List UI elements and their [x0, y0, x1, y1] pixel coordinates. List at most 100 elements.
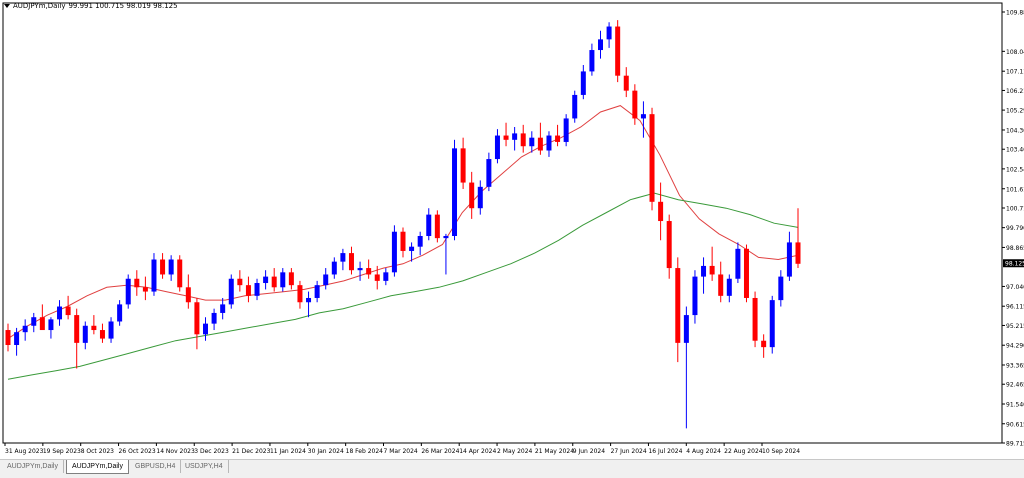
candle-body: [125, 278, 131, 305]
candle-body: [288, 272, 294, 286]
price-axis: 109.88 108.04 107.11 106.21 105.29 104.36 103.…: [1002, 10, 1024, 448]
candle-body: [211, 312, 217, 324]
candle-body: [555, 135, 561, 142]
candle-body: [658, 201, 664, 222]
candle-body: [786, 242, 792, 277]
candle-body: [74, 315, 80, 343]
candle-body: [546, 135, 552, 151]
candle-body: [426, 214, 432, 236]
price-chart[interactable]: 109.88 108.04 107.11 106.21 105.29 104.36 103.…: [0, 0, 1024, 459]
candle-body: [39, 317, 45, 331]
candle-body: [580, 71, 586, 95]
price-tick-label: 99.790: [1006, 225, 1024, 232]
tab-audjpym-daily-1[interactable]: AUDJPYm,Daily: [2, 460, 64, 473]
candle-body: [632, 90, 638, 119]
candle-body: [65, 306, 71, 316]
candle-body: [623, 75, 629, 91]
candle-body: [14, 332, 20, 346]
candle-body: [203, 323, 208, 335]
candle-body: [598, 39, 603, 51]
price-tick-label: 106.21: [1006, 88, 1024, 95]
price-tick-label: 94.290: [1006, 343, 1024, 350]
candle-body: [314, 285, 320, 298]
candle-body: [5, 330, 11, 346]
candle-body: [177, 259, 183, 288]
candle-body: [340, 253, 346, 262]
price-tick-label: 105.29: [1006, 108, 1024, 115]
price-tick-label: 97.040: [1006, 284, 1024, 291]
tab-usdjpy-h4[interactable]: USDJPY,H4: [180, 460, 229, 473]
candle-body: [357, 268, 363, 271]
time-tick-label: 26 Mar 2024: [421, 448, 459, 455]
candle-body: [512, 133, 518, 140]
price-tick-label: 91.540: [1006, 401, 1024, 408]
dropdown-triangle-icon[interactable]: [4, 4, 10, 8]
price-tick-label: 103.46: [1006, 147, 1024, 154]
time-tick-label: 4 Aug 2024: [686, 448, 721, 455]
price-tick-label: 102.54: [1006, 166, 1024, 173]
candle-body: [220, 304, 226, 313]
candle-body: [271, 276, 277, 288]
time-tick-label: 14 Nov 2023: [156, 448, 195, 455]
chart-header: AUDJPYm,Daily 99.991 100.715 98.019 98.1…: [4, 2, 178, 10]
candle-body: [469, 182, 475, 209]
candle-body: [675, 268, 681, 343]
candle-body: [752, 297, 758, 341]
candle-body: [48, 319, 54, 331]
candle-body: [486, 159, 492, 187]
time-tick-label: 3 Dec 2023: [194, 448, 229, 455]
candle-body: [537, 137, 543, 151]
time-tick-label: 16 Jul 2024: [648, 448, 682, 455]
candle-body: [151, 259, 157, 292]
candle-body: [117, 304, 123, 322]
candle-body: [280, 272, 286, 288]
candle-body: [306, 297, 312, 303]
candle-body: [683, 315, 689, 343]
candle-body: [615, 26, 621, 76]
candle-body: [563, 118, 569, 142]
candle-body: [778, 276, 784, 301]
candle-body: [520, 133, 526, 147]
time-tick-label: 8 Oct 2023: [81, 448, 114, 455]
candlesticks: [5, 20, 801, 429]
candle-body: [254, 283, 260, 296]
time-tick-label: 27 Jun 2024: [611, 448, 647, 455]
candle-body: [709, 265, 715, 275]
price-tick-label: 108.04: [1006, 49, 1024, 56]
candle-body: [718, 274, 724, 296]
candle-body: [477, 186, 483, 209]
candle-body: [761, 340, 767, 348]
candle-body: [228, 278, 234, 305]
price-tick-label: 89.715: [1006, 441, 1024, 448]
candle-body: [589, 50, 595, 72]
price-tick-label: 93.365: [1006, 362, 1024, 369]
candle-body: [348, 253, 354, 271]
chart-ohlc: 99.991 100.715 98.019 98.125: [68, 2, 178, 10]
chart-window[interactable]: 109.88 108.04 107.11 106.21 105.29 104.36 103.…: [0, 0, 1024, 459]
chart-tab-bar: AUDJPYm,Daily AUDJPYm,Daily GBPUSD,H4 US…: [0, 459, 1024, 478]
candle-body: [743, 248, 749, 298]
candle-body: [194, 302, 200, 335]
plot-border: [2, 2, 1003, 444]
tab-gbpusd-h4[interactable]: GBPUSD,H4: [130, 460, 182, 473]
candle-body: [391, 231, 397, 273]
candle-body: [323, 274, 329, 286]
time-tick-label: 21 May 2024: [535, 448, 574, 455]
candle-body: [237, 278, 243, 286]
candle-body: [99, 330, 105, 339]
candle-body: [494, 135, 500, 160]
candle-body: [374, 274, 380, 281]
candle-body: [795, 242, 801, 264]
candle-body: [769, 300, 775, 348]
candle-body: [31, 317, 37, 326]
price-tick-label: 96.115: [1006, 304, 1024, 311]
time-tick-label: 30 Jan 2024: [308, 448, 344, 455]
candle-body: [297, 285, 303, 303]
candle-body: [529, 137, 535, 147]
time-tick-label: 26 Oct 2023: [119, 448, 156, 455]
price-tick-label: 104.36: [1006, 127, 1024, 134]
candle-body: [417, 235, 423, 247]
time-tick-label: 31 Aug 2023: [5, 448, 44, 455]
candle-body: [142, 287, 148, 292]
tab-audjpym-daily-2[interactable]: AUDJPYm,Daily: [66, 460, 129, 474]
